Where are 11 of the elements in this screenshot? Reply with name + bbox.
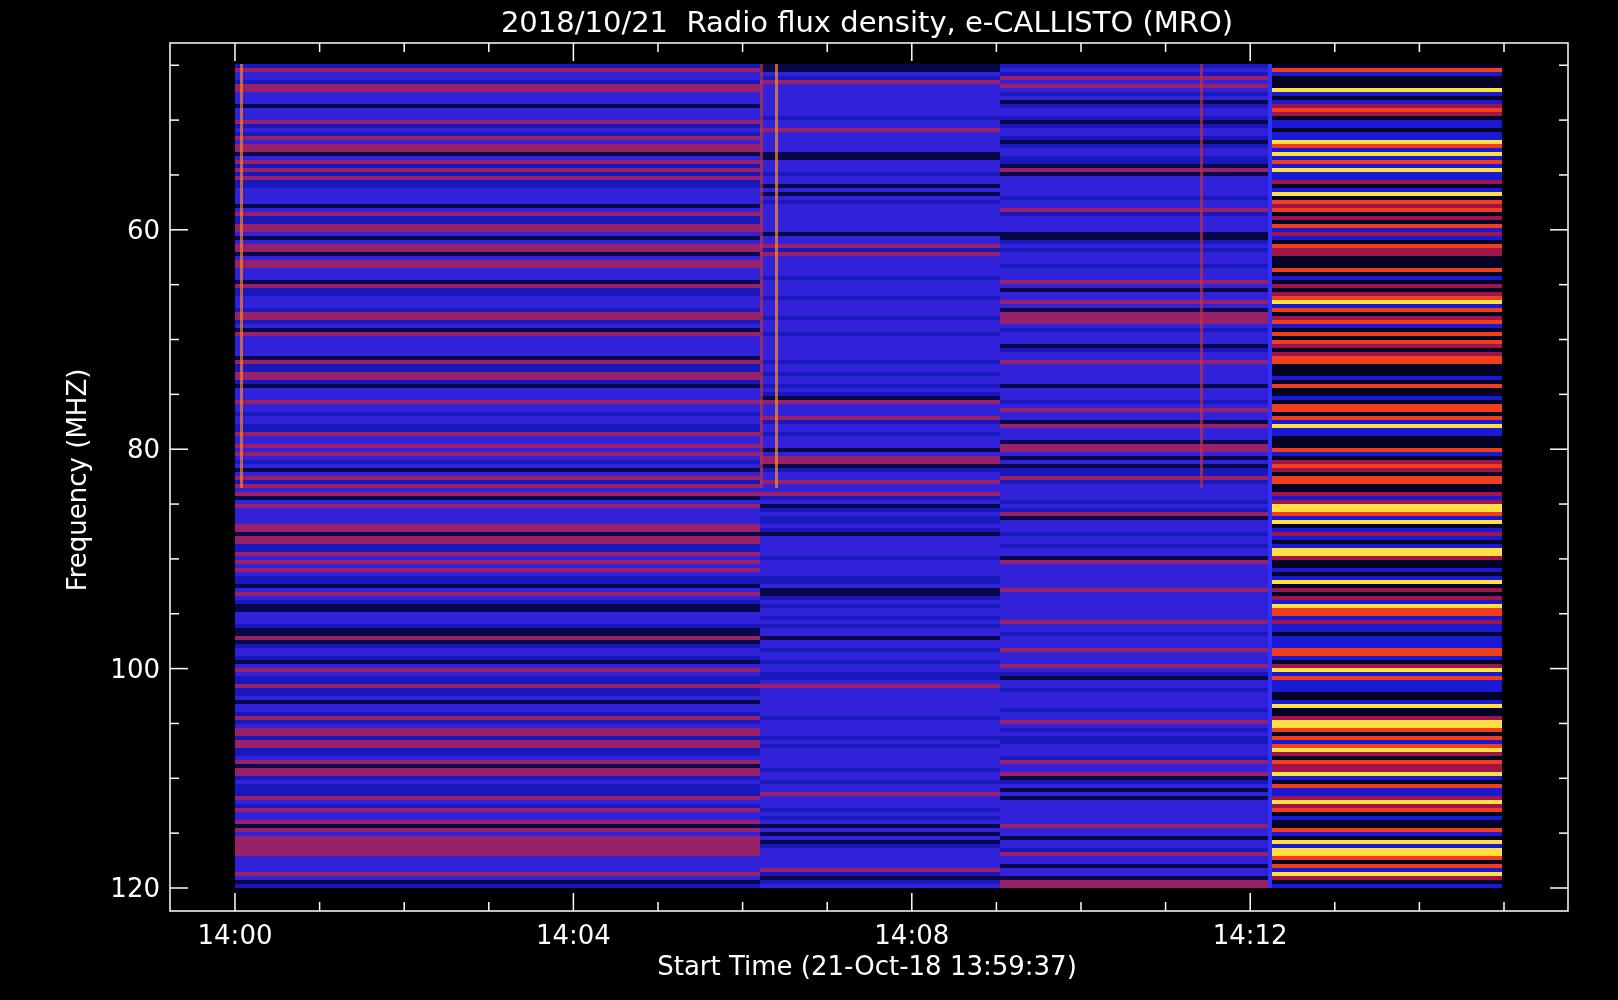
x-axis-label: Start Time (21-Oct-18 13:59:37)	[657, 951, 1077, 981]
x-tick-label: 14:00	[197, 920, 273, 950]
y-tick-label: 60	[126, 214, 160, 245]
x-tick-label: 14:12	[1212, 920, 1288, 950]
y-tick-label: 80	[126, 434, 160, 465]
x-tick-label: 14:08	[874, 920, 950, 950]
plot-title: 2018/10/21 Radio flux density, e-CALLISTO (MRO)	[500, 5, 1234, 39]
x-tick-label: 14:04	[535, 920, 611, 950]
y-tick-label: 100	[110, 653, 160, 684]
y-axis-label: Frequency (MHZ)	[62, 368, 92, 592]
y-tick-label: 120	[110, 873, 160, 903]
